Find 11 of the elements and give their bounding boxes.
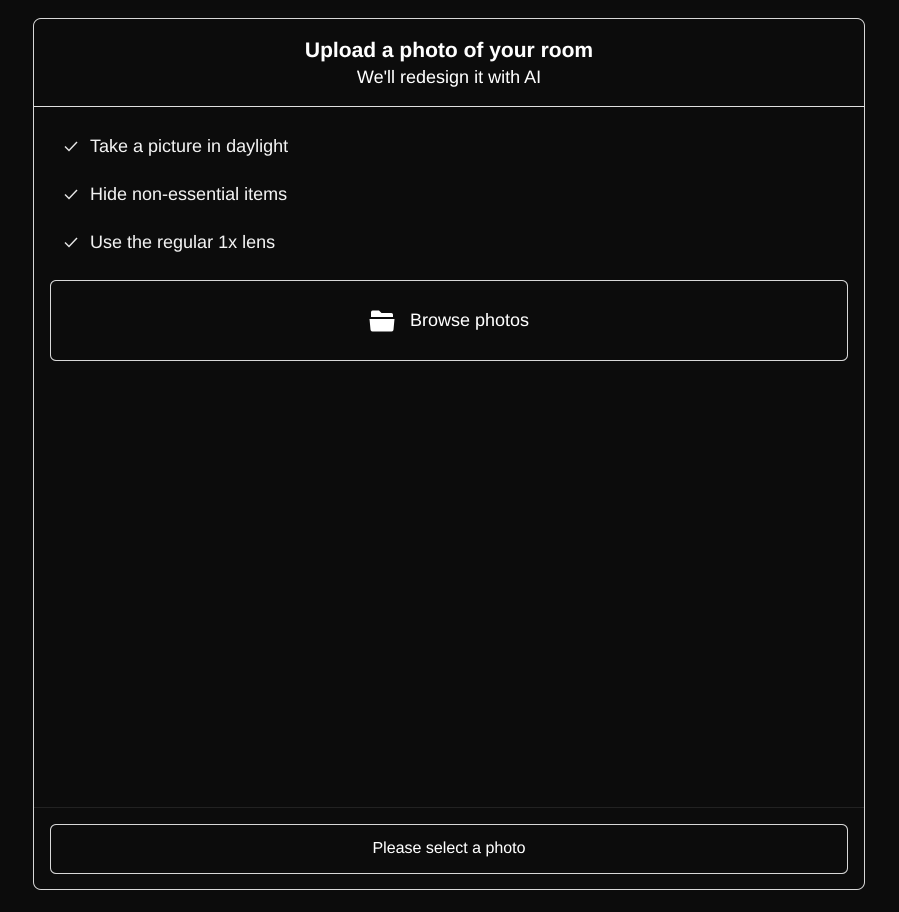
folder-icon bbox=[368, 310, 395, 332]
check-icon bbox=[64, 140, 78, 152]
card-title: Upload a photo of your room bbox=[304, 38, 594, 64]
browse-photos-button[interactable]: Browse photos bbox=[50, 280, 848, 361]
select-photo-button[interactable]: Please select a photo bbox=[50, 824, 848, 874]
check-icon bbox=[64, 188, 78, 200]
card-subtitle: We'll redesign it with AI bbox=[356, 66, 542, 89]
tip-text: Use the regular 1x lens bbox=[90, 231, 276, 254]
check-icon bbox=[64, 236, 78, 248]
tip-text: Hide non-essential items bbox=[90, 183, 288, 206]
tip-text: Take a picture in daylight bbox=[90, 135, 288, 158]
